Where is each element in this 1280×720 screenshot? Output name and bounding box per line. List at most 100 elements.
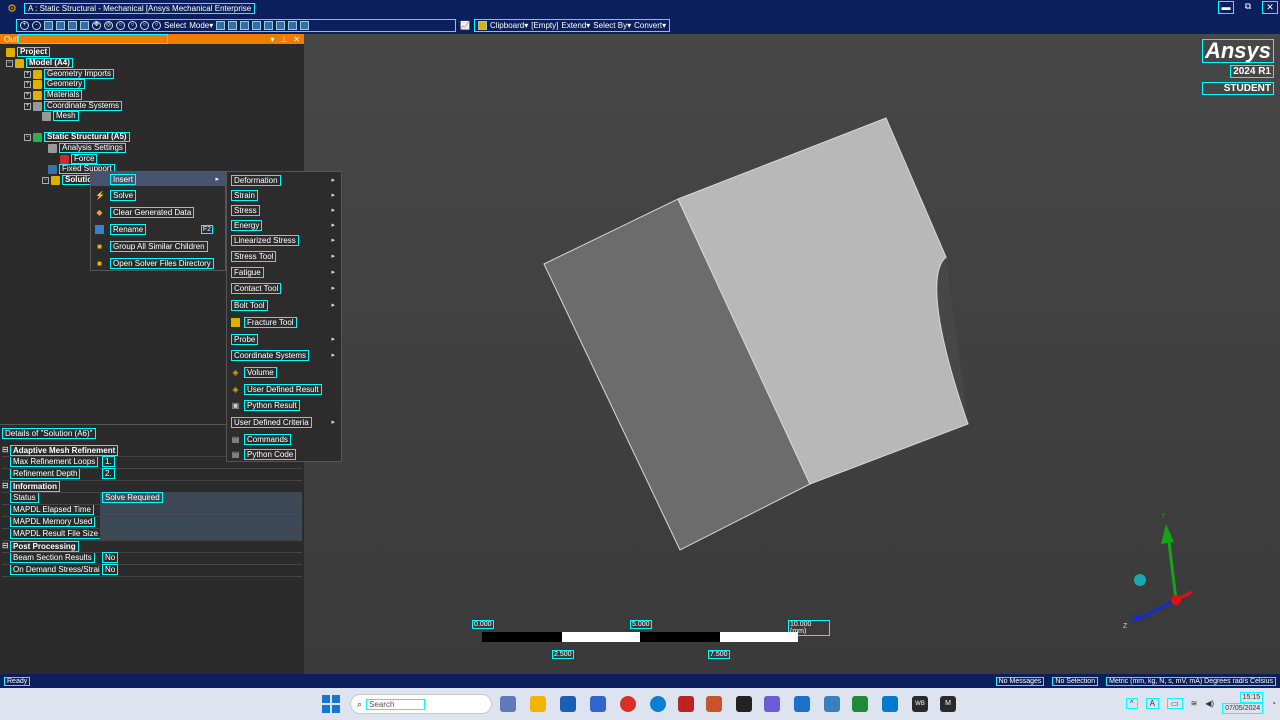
tree-item-model[interactable]: − Model (A4) xyxy=(6,58,73,68)
notification-icon[interactable]: ▭ xyxy=(1167,697,1183,709)
pin-icon[interactable]: ⊥ xyxy=(280,35,287,44)
details-row-refinement-depth[interactable]: Refinement Depth 2. xyxy=(2,468,302,481)
submenu-item-stress-tool[interactable]: Stress Tool ▸ xyxy=(227,249,341,263)
details-row-result-file-size[interactable]: MAPDL Result File Size xyxy=(2,529,302,541)
vertex-select-icon[interactable] xyxy=(216,21,226,30)
node-select-icon[interactable] xyxy=(264,21,274,30)
submenu-item-deformation[interactable]: Deformation ▸ xyxy=(227,173,341,187)
face-select-icon[interactable] xyxy=(240,21,250,30)
fit-icon[interactable] xyxy=(68,21,77,30)
terminal-icon[interactable] xyxy=(736,696,752,712)
outline-search-field[interactable] xyxy=(18,34,168,44)
element-select-icon[interactable] xyxy=(288,21,298,30)
submenu-item-linearized-stress[interactable]: Linearized Stress ▸ xyxy=(227,233,341,247)
clock[interactable]: 15:15 07/05/2024 xyxy=(1222,692,1264,714)
edge-select-icon[interactable] xyxy=(228,21,238,30)
previous-view-icon[interactable]: ○ xyxy=(140,21,149,30)
workbench-icon[interactable]: WB xyxy=(912,696,928,712)
details-section-post-processing[interactable]: ⊟ Post Processing xyxy=(2,541,302,553)
details-row-memory-used[interactable]: MAPDL Memory Used xyxy=(2,517,302,529)
tree-item-force[interactable]: Force xyxy=(60,154,98,164)
menu-item-solve[interactable]: ⚡ Solve xyxy=(91,188,225,202)
ansys-icon[interactable] xyxy=(764,696,780,712)
chart-icon[interactable]: 📈 xyxy=(460,21,470,30)
collapse-icon[interactable]: − xyxy=(42,176,49,184)
menu-item-rename[interactable]: Rename F2 xyxy=(91,222,225,236)
submenu-item-strain[interactable]: Strain ▸ xyxy=(227,188,341,202)
windows-start-icon[interactable] xyxy=(322,695,340,713)
submenu-item-fracture-tool[interactable]: Fracture Tool xyxy=(227,315,341,329)
language-indicator[interactable]: A xyxy=(1145,697,1160,709)
file-explorer-icon[interactable] xyxy=(530,696,546,712)
graphics-viewport[interactable]: Y Z Ansys 2024 R1 STUDENT 0.000 5.000 10… xyxy=(304,34,1280,674)
tree-item-mesh[interactable]: Mesh xyxy=(42,111,79,121)
box-icon[interactable] xyxy=(44,21,53,30)
select-all-icon[interactable] xyxy=(300,21,310,30)
pan-icon[interactable]: ✥ xyxy=(92,21,101,30)
restore-icon[interactable]: ⧉ xyxy=(1240,1,1256,14)
convert-dropdown[interactable]: Convert▾ xyxy=(634,21,666,30)
submenu-item-python-code[interactable]: ▤ Python Code xyxy=(227,447,341,461)
tree-item-materials[interactable]: + Materials xyxy=(24,90,83,100)
clipboard-dropdown[interactable]: Clipboard▾ xyxy=(490,21,528,30)
edge-icon[interactable] xyxy=(650,696,666,712)
zoom-out-icon[interactable]: - xyxy=(32,21,41,30)
details-row-elapsed-time[interactable]: MAPDL Elapsed Time xyxy=(2,505,302,517)
submenu-item-contact-tool[interactable]: Contact Tool ▸ xyxy=(227,281,341,295)
mode-dropdown[interactable]: Mode▾ xyxy=(189,21,213,30)
extend-dropdown[interactable]: Extend▾ xyxy=(561,21,590,30)
wifi-icon[interactable]: ≋ xyxy=(1191,699,1198,708)
settings-app-icon[interactable] xyxy=(706,696,722,712)
zoom-fit-icon[interactable]: ○ xyxy=(128,21,137,30)
collapse-icon[interactable]: ⊟ xyxy=(2,541,10,552)
model-geometry[interactable]: Y Z xyxy=(304,34,1280,674)
submenu-item-energy[interactable]: Energy ▸ xyxy=(227,218,341,232)
details-row-status[interactable]: Status Solve Required xyxy=(2,492,302,505)
expand-icon[interactable]: + xyxy=(24,70,31,78)
submenu-item-volume[interactable]: ◈ Volume xyxy=(227,365,341,379)
submenu-item-probe[interactable]: Probe ▸ xyxy=(227,332,341,346)
submenu-item-stress[interactable]: Stress ▸ xyxy=(227,203,341,217)
element-face-select-icon[interactable] xyxy=(276,21,286,30)
clipboard-icon[interactable] xyxy=(477,21,487,30)
expand-icon[interactable]: + xyxy=(24,91,31,99)
menu-item-group-all-similar[interactable]: ■ Group All Similar Children xyxy=(91,239,225,253)
tree-item-analysis-settings[interactable]: Analysis Settings xyxy=(48,143,126,153)
submenu-item-python-result[interactable]: ▣ Python Result xyxy=(227,398,341,412)
expand-icon[interactable]: + xyxy=(24,102,31,110)
volume-icon[interactable]: ◀) xyxy=(1205,699,1214,708)
chrome-icon[interactable] xyxy=(620,696,636,712)
next-view-icon[interactable]: ○ xyxy=(152,21,161,30)
collapse-icon[interactable]: ⊟ xyxy=(2,445,10,456)
iso-icon[interactable] xyxy=(56,21,65,30)
collapse-icon[interactable]: − xyxy=(6,59,13,67)
remote-desktop-icon[interactable] xyxy=(824,696,840,712)
menu-item-clear-generated-data[interactable]: ◆ Clear Generated Data xyxy=(91,205,225,219)
teams-icon[interactable] xyxy=(590,696,606,712)
submenu-item-bolt-tool[interactable]: Bolt Tool ▸ xyxy=(227,298,341,312)
collapse-icon[interactable]: − xyxy=(24,133,31,141)
submenu-item-user-defined-result[interactable]: ◈ User Defined Result xyxy=(227,382,341,396)
mechanical-icon[interactable]: M xyxy=(940,696,956,712)
messages-status[interactable]: No Messages xyxy=(995,676,1045,686)
axis-triad[interactable]: Y Z xyxy=(1123,513,1193,630)
app-icon[interactable] xyxy=(678,696,694,712)
store-icon[interactable] xyxy=(560,696,576,712)
vscode-icon[interactable] xyxy=(882,696,898,712)
details-row-on-demand[interactable]: On Demand Stress/Strain No xyxy=(2,564,302,577)
units-status[interactable]: Metric (mm, kg, N, s, mV, mA) Degrees ra… xyxy=(1106,676,1276,686)
chevron-up-icon[interactable]: ^ xyxy=(1125,697,1138,709)
zoom-box-icon[interactable]: ◎ xyxy=(104,21,113,30)
submenu-item-fatigue[interactable]: Fatigue ▸ xyxy=(227,265,341,279)
zoom-in-icon[interactable]: + xyxy=(20,21,29,30)
menu-item-open-solver-files[interactable]: ■ Open Solver Files Directory xyxy=(91,256,225,270)
widgets-icon[interactable] xyxy=(500,696,516,712)
menu-item-insert[interactable]: Insert ▸ xyxy=(91,172,225,186)
word-icon[interactable] xyxy=(794,696,810,712)
minimize-icon[interactable]: ▬ xyxy=(1218,1,1234,14)
tree-item-coordinate-systems[interactable]: + Coordinate Systems xyxy=(24,101,123,111)
submenu-item-commands[interactable]: ▤ Commands xyxy=(227,432,341,446)
magnify-icon[interactable]: ○ xyxy=(116,21,125,30)
details-row-beam-section[interactable]: Beam Section Results No xyxy=(2,552,302,565)
submenu-item-coordinate-systems[interactable]: Coordinate Systems ▸ xyxy=(227,348,341,362)
